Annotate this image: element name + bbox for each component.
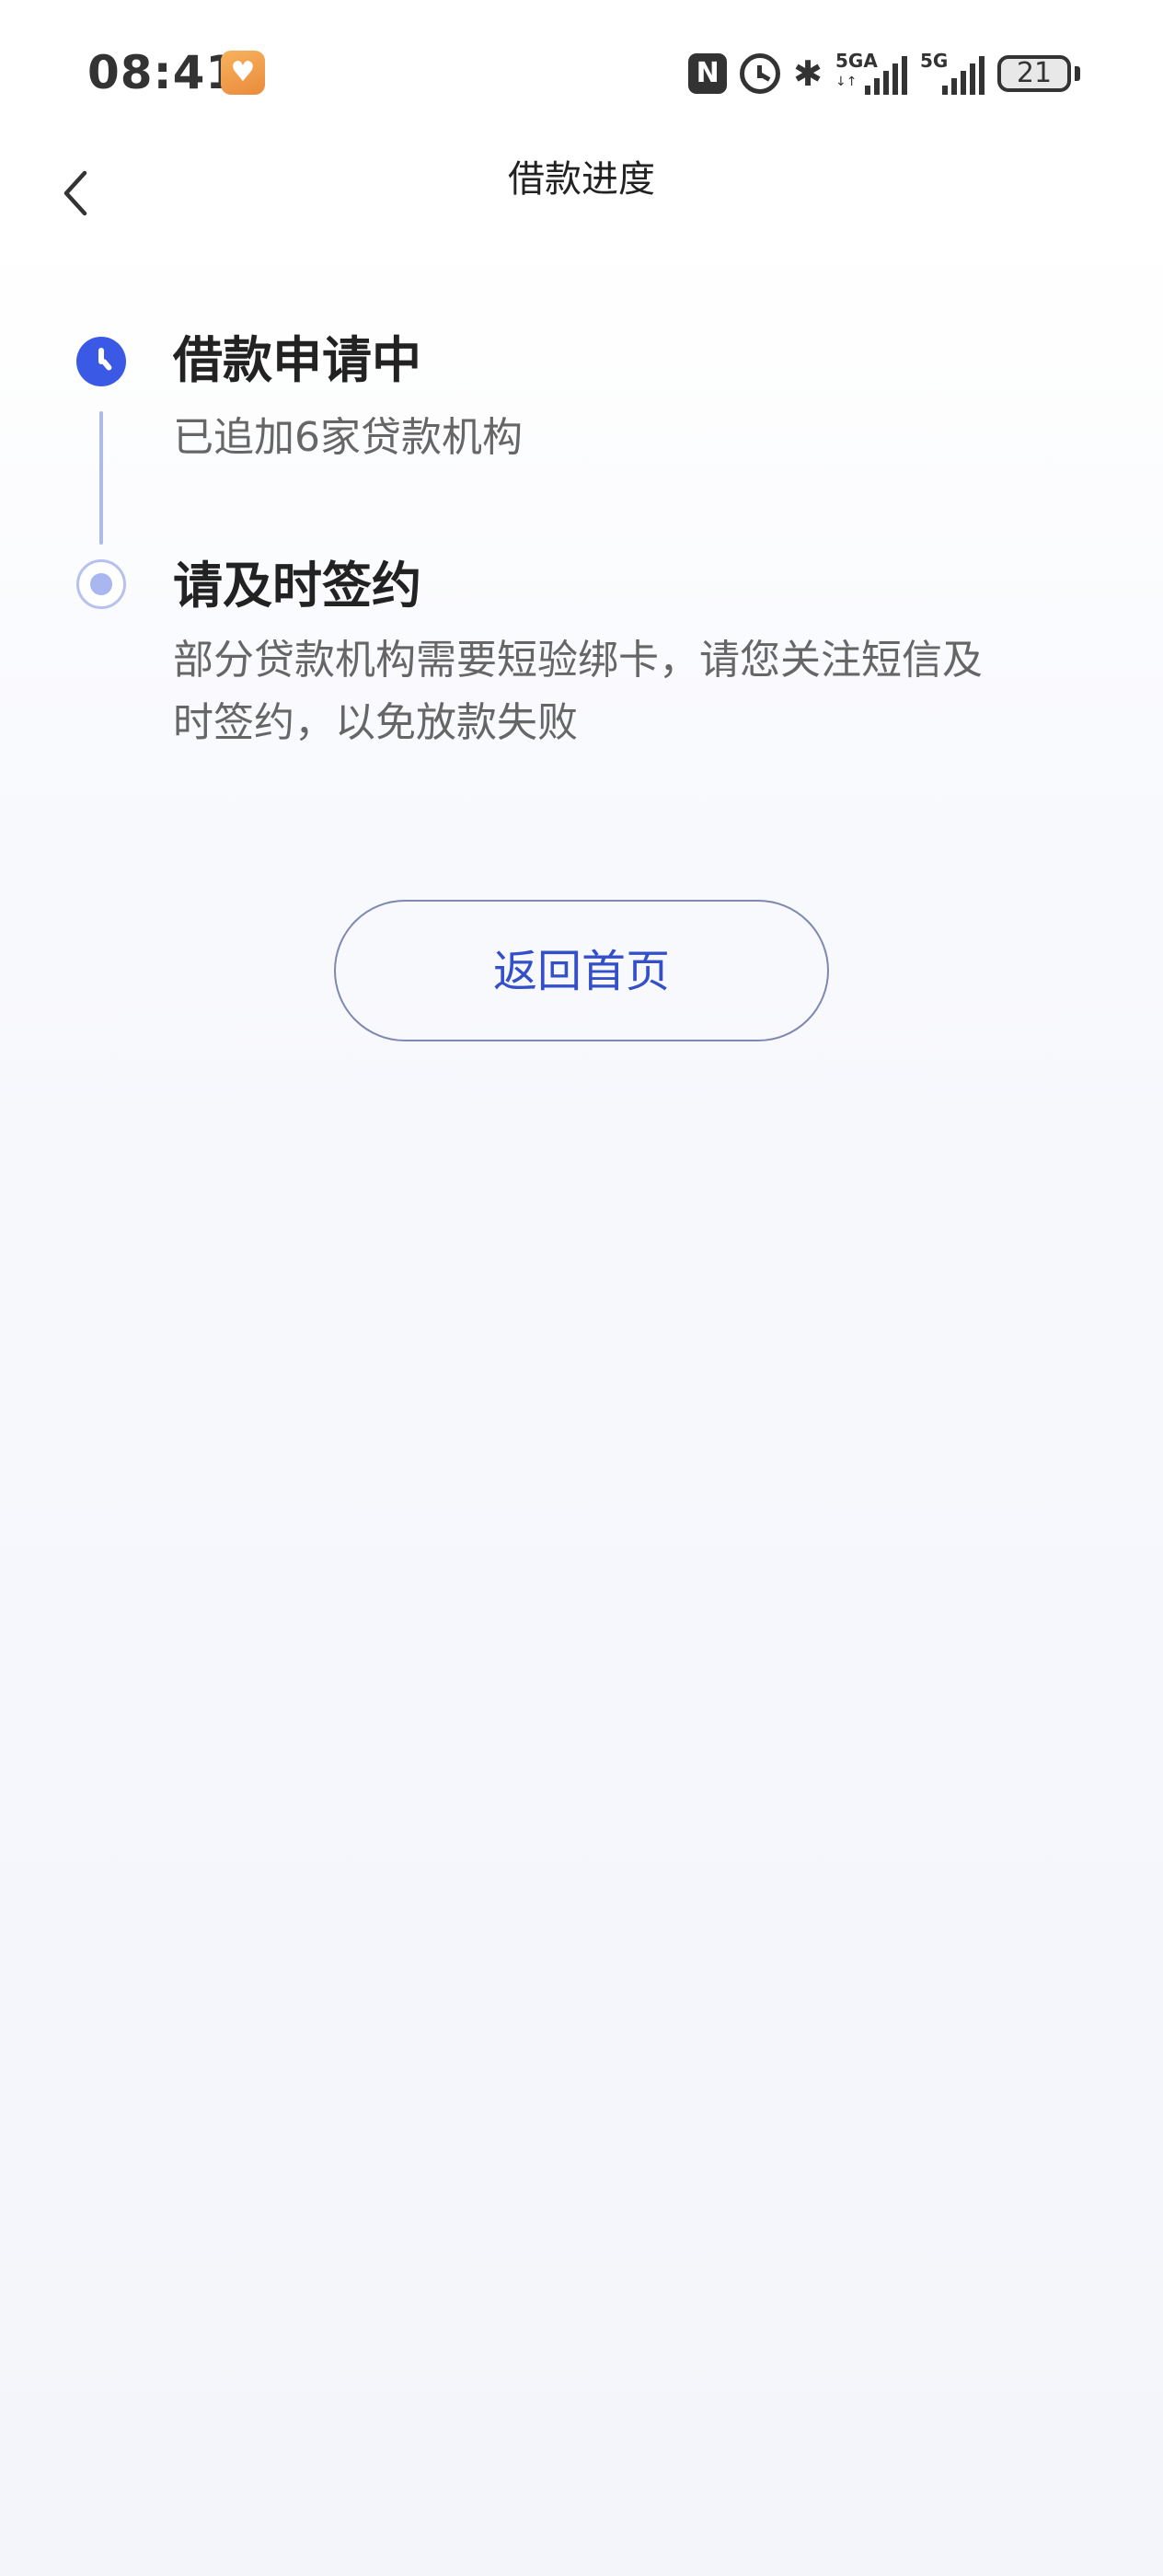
signal-5g-icon: 5G <box>920 51 985 97</box>
alarm-icon <box>740 53 781 94</box>
battery-tip <box>1075 66 1080 81</box>
battery-icon: 21 <box>997 55 1071 92</box>
health-app-icon: ♥ <box>221 51 265 95</box>
status-bar: 08:41 ♥ N ✱ 5GA ↓↑ 5G 21 <box>0 0 1163 138</box>
signal-5ga-icon: 5GA ↓↑ <box>835 51 907 97</box>
signal-5ga-sub: ↓↑ <box>835 75 858 89</box>
step-description: 部分贷款机构需要短验绑卡，请您关注短信及时签约，以免放款失败 <box>173 637 983 746</box>
step-title: 请及时签约 <box>173 557 421 615</box>
timeline-connector <box>99 411 103 545</box>
chevron-left-icon <box>63 170 87 216</box>
signal-bars <box>865 56 907 95</box>
screen: 08:41 ♥ N ✱ 5GA ↓↑ 5G 21 借款进度 借款申请中 已追加6… <box>0 0 1163 2576</box>
bluetooth-icon: ✱ <box>793 53 823 94</box>
step-title: 借款申请中 <box>173 331 421 389</box>
nfc-icon: N <box>688 53 728 94</box>
pending-dot-icon <box>76 559 126 609</box>
signal-bars <box>942 56 985 95</box>
status-icons: N ✱ 5GA ↓↑ 5G 21 <box>688 46 1080 101</box>
nav-bar: 借款进度 <box>0 138 1163 248</box>
step-description: 已追加6家贷款机构 <box>173 414 523 461</box>
return-home-button[interactable]: 返回首页 <box>334 900 829 1041</box>
status-time: 08:41 <box>87 46 239 99</box>
battery-level: 21 <box>1016 57 1053 89</box>
page-title: 借款进度 <box>508 158 655 201</box>
back-button[interactable] <box>46 156 120 230</box>
clock-icon <box>76 337 126 386</box>
